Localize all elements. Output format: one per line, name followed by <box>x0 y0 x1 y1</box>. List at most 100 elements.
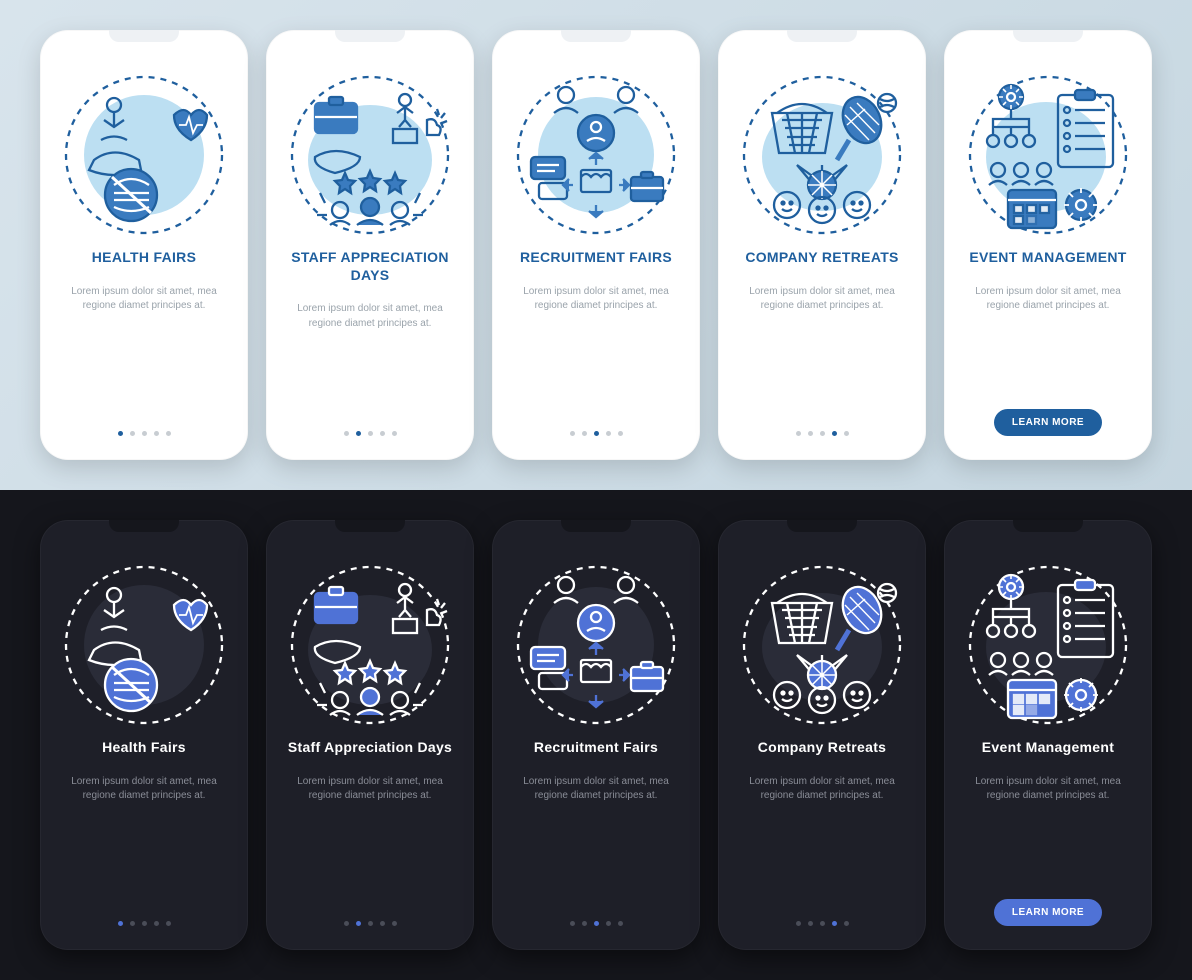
pagination-dot[interactable] <box>832 431 837 436</box>
onboarding-card: EVENT MANAGEMENT Lorem ipsum dolor sit am… <box>944 30 1152 460</box>
card-description: Lorem ipsum dolor sit amet, mea regione … <box>276 302 464 331</box>
pagination-dot[interactable] <box>380 921 385 926</box>
pagination-dots[interactable] <box>118 431 171 436</box>
pagination-dot[interactable] <box>844 921 849 926</box>
phone-notch <box>561 30 631 42</box>
onboarding-card: RECRUITMENT FAIRS Lorem ipsum dolor sit a… <box>492 30 700 460</box>
staff-appreciation-icon <box>285 65 455 235</box>
learn-more-button[interactable]: LEARN MORE <box>994 899 1102 926</box>
pagination-dot[interactable] <box>618 921 623 926</box>
pagination-dots[interactable] <box>570 921 623 926</box>
card-title: STAFF APPRECIATION DAYS <box>276 249 464 284</box>
phone-notch <box>1013 520 1083 532</box>
card-description: Lorem ipsum dolor sit amet, mea regione … <box>502 775 690 804</box>
health-fairs-icon <box>59 555 229 725</box>
card-title: Recruitment Fairs <box>526 739 666 757</box>
phone-notch <box>335 520 405 532</box>
event-management-icon <box>963 65 1133 235</box>
pagination-dot[interactable] <box>142 431 147 436</box>
pagination-dot[interactable] <box>344 431 349 436</box>
pagination-dot[interactable] <box>380 431 385 436</box>
card-description: Lorem ipsum dolor sit amet, mea regione … <box>50 775 238 804</box>
pagination-dot[interactable] <box>570 431 575 436</box>
card-title: RECRUITMENT FAIRS <box>512 249 680 267</box>
pagination-dot[interactable] <box>166 431 171 436</box>
onboarding-card: Recruitment Fairs Lorem ipsum dolor sit a… <box>492 520 700 950</box>
card-description: Lorem ipsum dolor sit amet, mea regione … <box>954 285 1142 314</box>
phone-notch <box>109 520 179 532</box>
recruitment-fairs-icon <box>511 555 681 725</box>
pagination-dot[interactable] <box>808 921 813 926</box>
company-retreats-icon <box>737 555 907 725</box>
phone-notch <box>561 520 631 532</box>
event-management-icon <box>963 555 1133 725</box>
light-theme-row: HEALTH FAIRS Lorem ipsum dolor sit amet, … <box>0 0 1192 490</box>
onboarding-card: HEALTH FAIRS Lorem ipsum dolor sit amet, … <box>40 30 248 460</box>
pagination-dot[interactable] <box>808 431 813 436</box>
pagination-dot[interactable] <box>796 431 801 436</box>
pagination-dot[interactable] <box>118 921 123 926</box>
pagination-dot[interactable] <box>844 431 849 436</box>
card-title: HEALTH FAIRS <box>84 249 204 267</box>
pagination-dot[interactable] <box>392 431 397 436</box>
card-description: Lorem ipsum dolor sit amet, mea regione … <box>502 285 690 314</box>
pagination-dot[interactable] <box>796 921 801 926</box>
card-title: EVENT MANAGEMENT <box>961 249 1134 267</box>
onboarding-card: COMPANY RETREATSLorem ipsum dolor sit am… <box>718 30 926 460</box>
dark-theme-row: Health Fairs Lorem ipsum dolor sit amet, … <box>0 490 1192 980</box>
pagination-dot[interactable] <box>368 921 373 926</box>
pagination-dots[interactable] <box>570 431 623 436</box>
phone-notch <box>335 30 405 42</box>
card-title: Company Retreats <box>750 739 895 757</box>
pagination-dot[interactable] <box>154 921 159 926</box>
pagination-dot[interactable] <box>832 921 837 926</box>
recruitment-fairs-icon <box>511 65 681 235</box>
pagination-dot[interactable] <box>154 431 159 436</box>
learn-more-button[interactable]: LEARN MORE <box>994 409 1102 436</box>
card-description: Lorem ipsum dolor sit amet, mea regione … <box>276 775 464 804</box>
pagination-dots[interactable] <box>118 921 171 926</box>
pagination-dots[interactable] <box>796 921 849 926</box>
onboarding-card: Staff Appreciation Days Lorem ipsum dolor… <box>266 520 474 950</box>
card-description: Lorem ipsum dolor sit amet, mea regione … <box>728 285 916 314</box>
pagination-dot[interactable] <box>618 431 623 436</box>
pagination-dot[interactable] <box>142 921 147 926</box>
pagination-dot[interactable] <box>570 921 575 926</box>
pagination-dot[interactable] <box>594 921 599 926</box>
onboarding-card: Company Retreats Lorem ipsum dolor sit am… <box>718 520 926 950</box>
pagination-dot[interactable] <box>130 921 135 926</box>
pagination-dot[interactable] <box>344 921 349 926</box>
pagination-dot[interactable] <box>582 921 587 926</box>
pagination-dots[interactable] <box>344 431 397 436</box>
company-retreats-icon <box>737 65 907 235</box>
phone-notch <box>1013 30 1083 42</box>
health-fairs-icon <box>59 65 229 235</box>
pagination-dot[interactable] <box>368 431 373 436</box>
phone-notch <box>787 520 857 532</box>
pagination-dot[interactable] <box>606 921 611 926</box>
pagination-dot[interactable] <box>582 431 587 436</box>
pagination-dot[interactable] <box>356 921 361 926</box>
pagination-dots[interactable] <box>344 921 397 926</box>
pagination-dot[interactable] <box>118 431 123 436</box>
phone-notch <box>787 30 857 42</box>
card-description: Lorem ipsum dolor sit amet, mea regione … <box>728 775 916 804</box>
onboarding-card: Event ManagementLorem ipsum dolor sit am… <box>944 520 1152 950</box>
pagination-dot[interactable] <box>166 921 171 926</box>
onboarding-card: STAFF APPRECIATION DAYS Lorem ipsum dolor… <box>266 30 474 460</box>
pagination-dot[interactable] <box>820 431 825 436</box>
staff-appreciation-icon <box>285 555 455 725</box>
card-description: Lorem ipsum dolor sit amet, mea regione … <box>50 285 238 314</box>
card-title: Staff Appreciation Days <box>280 739 460 757</box>
card-description: Lorem ipsum dolor sit amet, mea regione … <box>954 775 1142 804</box>
card-title: Health Fairs <box>94 739 194 757</box>
pagination-dot[interactable] <box>356 431 361 436</box>
pagination-dot[interactable] <box>130 431 135 436</box>
pagination-dot[interactable] <box>606 431 611 436</box>
pagination-dot[interactable] <box>392 921 397 926</box>
onboarding-card: Health Fairs Lorem ipsum dolor sit amet, … <box>40 520 248 950</box>
pagination-dot[interactable] <box>594 431 599 436</box>
pagination-dot[interactable] <box>820 921 825 926</box>
phone-notch <box>109 30 179 42</box>
pagination-dots[interactable] <box>796 431 849 436</box>
